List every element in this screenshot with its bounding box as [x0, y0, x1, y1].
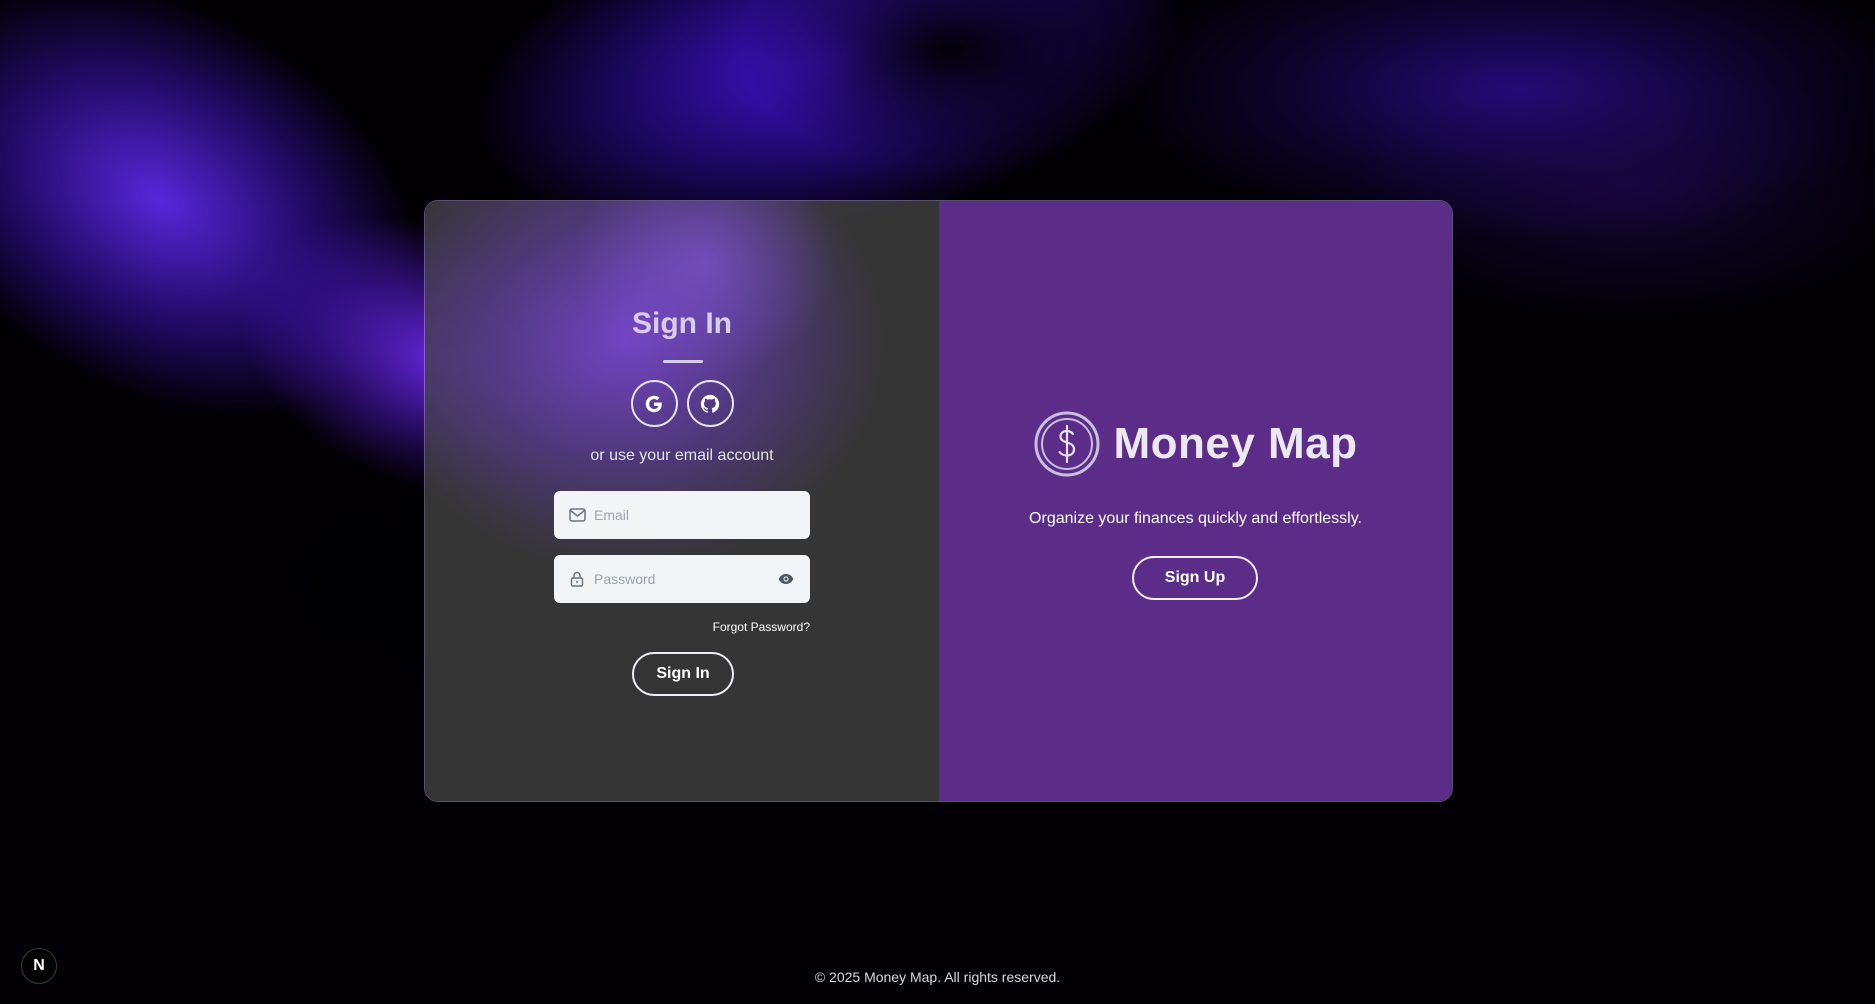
brand-logo: Money Map [939, 410, 1452, 478]
signin-panel: Sign In or use your email account Email … [425, 201, 939, 801]
github-icon [700, 394, 720, 413]
password-field [554, 555, 810, 603]
email-input[interactable] [594, 491, 796, 539]
google-icon [645, 395, 662, 412]
mail-icon [568, 506, 586, 524]
footer-copyright: © 2025 Money Map. All rights reserved. [814, 969, 1061, 985]
signin-title: Sign In [632, 307, 732, 340]
eye-icon [778, 574, 794, 584]
lock-icon [568, 570, 586, 588]
signin-button[interactable]: Sign In [632, 652, 734, 696]
auth-card: Sign In or use your email account Email … [424, 200, 1453, 802]
password-input[interactable] [594, 555, 776, 603]
email-field [554, 491, 810, 539]
nextjs-dev-badge[interactable]: N [21, 948, 57, 984]
signup-button[interactable]: Sign Up [1132, 556, 1258, 600]
forgot-password-link[interactable]: Forgot Password? [554, 620, 810, 634]
alt-login-text: or use your email account [590, 447, 774, 464]
dollar-coin-icon [1034, 411, 1100, 477]
social-login-row [425, 380, 939, 427]
brand-name: Money Map [1113, 419, 1358, 468]
signup-panel: Money Map Organize your finances quickly… [939, 201, 1452, 801]
brand-tagline: Organize your finances quickly and effor… [1029, 510, 1362, 527]
google-login-button[interactable] [630, 380, 678, 427]
title-underline [663, 360, 703, 363]
github-login-button[interactable] [686, 380, 734, 427]
show-password-toggle[interactable] [776, 569, 796, 589]
